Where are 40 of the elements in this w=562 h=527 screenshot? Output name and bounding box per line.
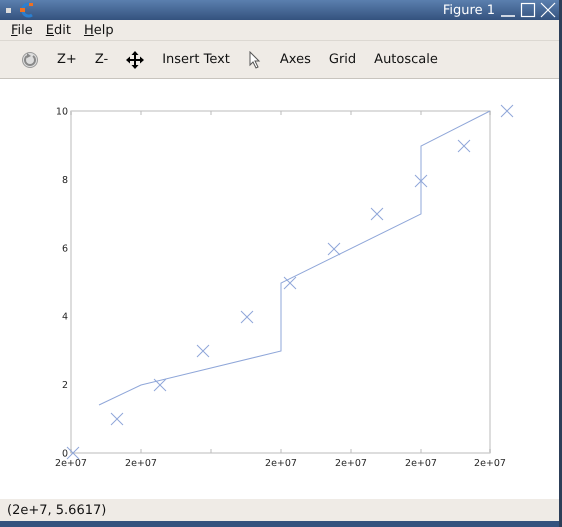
y-tick-label: 0	[62, 448, 68, 460]
y-tick-label: 10	[56, 106, 68, 118]
data-marker	[370, 208, 384, 220]
maximize-icon[interactable]	[519, 2, 537, 18]
data-marker	[414, 174, 428, 188]
toolbar-button[interactable]: Autoscale	[365, 52, 447, 67]
menu-item[interactable]: Help	[84, 22, 114, 38]
toolbar-button[interactable]: Z+	[48, 52, 86, 67]
rotate-icon[interactable]	[21, 50, 39, 68]
toolbar-button[interactable]: Grid	[320, 52, 366, 67]
data-marker	[66, 446, 80, 460]
y-tick-label: 2	[62, 380, 68, 392]
toolbar-button[interactable]: Z-	[86, 52, 118, 67]
y-tick-label: 6	[62, 243, 68, 254]
x-tick-label: 2e+07	[335, 458, 367, 469]
cursor-coordinates: (2e+7, 5.6617)	[7, 502, 106, 518]
y-tick-label: 4	[62, 312, 68, 323]
x-tick-label: 2e+07	[405, 458, 437, 469]
data-marker	[154, 378, 166, 392]
x-tick-label: 2e+07	[55, 458, 87, 469]
window-title: Figure 1	[442, 2, 495, 18]
y-tick-label: 8	[62, 174, 68, 186]
data-marker	[328, 242, 340, 256]
menu-item[interactable]: File	[11, 22, 33, 38]
data-marker	[458, 140, 470, 152]
data-marker	[196, 344, 210, 358]
menu-item[interactable]: Edit	[46, 22, 71, 38]
data-marker	[240, 310, 254, 324]
toolbar-button[interactable]: Insert Text	[153, 52, 239, 67]
x-tick-label: 2e+07	[125, 458, 157, 469]
toolbar-button[interactable]: Axes	[270, 52, 320, 67]
move-icon[interactable]	[126, 50, 144, 68]
window-menu-icon[interactable]	[6, 8, 11, 12]
x-tick-label: 2e+07	[265, 458, 297, 469]
data-marker	[110, 412, 124, 426]
data-marker	[284, 276, 296, 290]
pointer-icon[interactable]	[248, 50, 262, 68]
data-marker	[500, 104, 514, 118]
close-icon[interactable]	[539, 2, 557, 18]
x-tick-label: 2e+07	[474, 458, 506, 469]
